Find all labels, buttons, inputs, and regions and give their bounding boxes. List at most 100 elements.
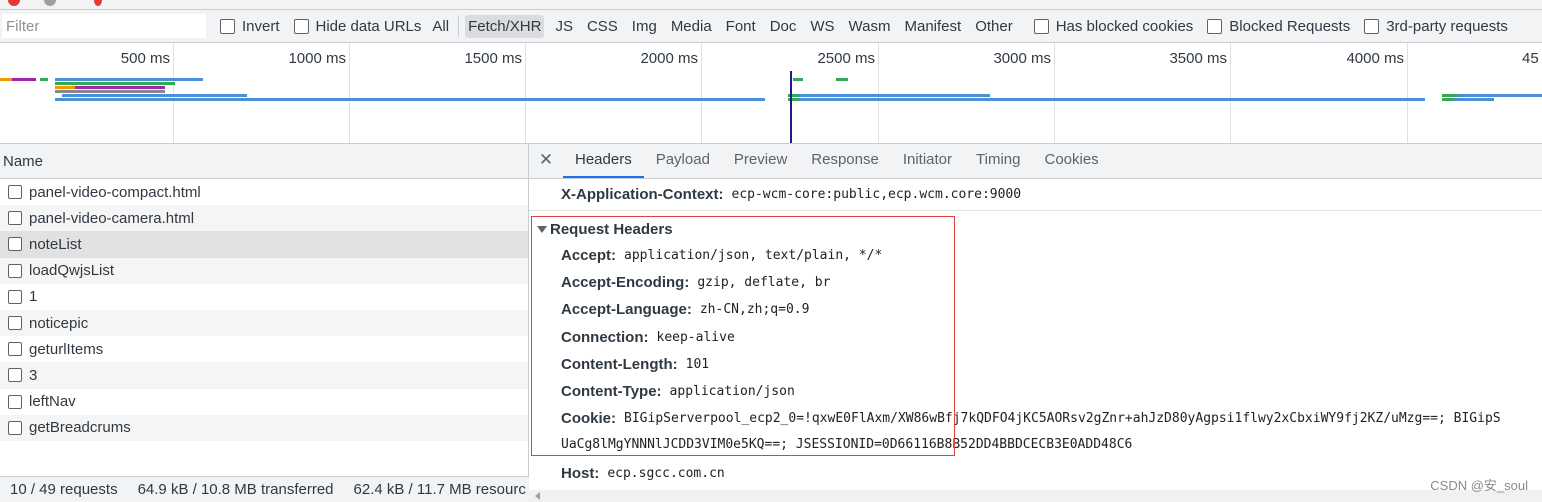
waterfall-bar bbox=[1442, 94, 1458, 97]
request-row[interactable]: panel-video-compact.html bbox=[0, 179, 528, 205]
checkbox-icon bbox=[1364, 18, 1380, 34]
document-icon bbox=[8, 342, 22, 357]
tab-cookies[interactable]: Cookies bbox=[1032, 144, 1110, 178]
type-all[interactable]: All bbox=[429, 15, 452, 38]
blocked-requests-checkbox[interactable]: Blocked Requests bbox=[1207, 18, 1350, 35]
triangle-down-icon bbox=[537, 226, 547, 233]
waterfall-bar bbox=[1458, 94, 1542, 97]
request-name: getBreadcrums bbox=[29, 419, 131, 437]
header-value: application/json, text/plain, */* bbox=[624, 248, 883, 263]
header-value: ecp-wcm-core:public,ecp.wcm.core:9000 bbox=[731, 187, 1022, 202]
tab-response[interactable]: Response bbox=[799, 144, 891, 178]
header-row: Cookie: BIGipServerpool_ecp2_0=!qxwE0FlAx… bbox=[561, 410, 1501, 427]
request-headers-toggle[interactable]: Request Headers bbox=[537, 221, 673, 238]
has-blocked-cookies-label: Has blocked cookies bbox=[1055, 17, 1194, 35]
type-css[interactable]: CSS bbox=[584, 15, 621, 38]
type-doc[interactable]: Doc bbox=[767, 15, 800, 38]
type-wasm[interactable]: Wasm bbox=[846, 15, 894, 38]
request-name: leftNav bbox=[29, 393, 76, 411]
waterfall-bar bbox=[793, 78, 803, 81]
waterfall-bar bbox=[800, 98, 1425, 101]
header-name: Content-Length: bbox=[561, 355, 678, 373]
waterfall-bar bbox=[75, 86, 165, 89]
request-name: noticepic bbox=[29, 314, 89, 332]
request-row[interactable]: panel-video-camera.html bbox=[0, 205, 528, 232]
status-bar: 10 / 49 requests 64.9 kB / 10.8 MB trans… bbox=[0, 476, 529, 502]
tab-initiator[interactable]: Initiator bbox=[891, 144, 964, 178]
filter-input[interactable] bbox=[2, 14, 206, 38]
scroll-left-icon[interactable] bbox=[535, 492, 540, 500]
document-icon bbox=[8, 394, 22, 409]
header-value: 101 bbox=[685, 356, 710, 372]
waterfall-bar bbox=[55, 82, 175, 85]
waterfall-bar bbox=[55, 98, 765, 101]
filter-bar: Invert Hide data URLs All Fetch/XHR JS C… bbox=[0, 10, 1542, 43]
timeline-tick-label: 3000 ms bbox=[993, 50, 1051, 67]
tab-preview[interactable]: Preview bbox=[722, 144, 799, 178]
waterfall-bar bbox=[62, 94, 247, 97]
type-ws[interactable]: WS bbox=[807, 15, 837, 38]
request-row[interactable]: getBreadcrums bbox=[0, 414, 528, 441]
checkbox-icon bbox=[220, 18, 235, 34]
timeline-tick-label: 4000 ms bbox=[1346, 50, 1404, 67]
type-js[interactable]: JS bbox=[552, 15, 576, 38]
request-row[interactable]: noteList bbox=[0, 231, 528, 258]
request-list-panel: Name panel-video-compact.html panel-video… bbox=[0, 144, 529, 502]
timeline-tick-label: 1500 ms bbox=[464, 50, 522, 67]
type-media[interactable]: Media bbox=[668, 15, 715, 38]
type-fetch-xhr[interactable]: Fetch/XHR bbox=[465, 14, 545, 38]
timeline-tick-label: 45 bbox=[1522, 50, 1539, 67]
waterfall-bar bbox=[55, 86, 75, 89]
checkbox-icon bbox=[1207, 18, 1223, 34]
timeline-gridline bbox=[701, 43, 702, 143]
timeline-gridline bbox=[349, 43, 350, 143]
timeline-tick-label: 1000 ms bbox=[288, 50, 346, 67]
header-row: Host: ecp.sgcc.com.cn bbox=[561, 465, 725, 482]
request-row[interactable]: 3 bbox=[0, 362, 528, 389]
waterfall-bar bbox=[1442, 98, 1454, 101]
header-value: ecp.sgcc.com.cn bbox=[607, 465, 725, 481]
waterfall-bar bbox=[55, 90, 165, 93]
filter-icon[interactable] bbox=[94, 0, 102, 6]
timeline-tick-label: 2500 ms bbox=[817, 50, 875, 67]
horizontal-scrollbar[interactable] bbox=[529, 490, 1542, 502]
request-list: panel-video-compact.html panel-video-came… bbox=[0, 179, 528, 441]
hide-data-urls-checkbox[interactable]: Hide data URLs bbox=[293, 18, 421, 35]
document-icon bbox=[8, 237, 22, 252]
request-row[interactable]: noticepic bbox=[0, 309, 528, 337]
type-font[interactable]: Font bbox=[723, 15, 759, 38]
invert-checkbox[interactable]: Invert bbox=[220, 18, 280, 35]
clear-icon[interactable] bbox=[44, 0, 56, 6]
type-manifest[interactable]: Manifest bbox=[902, 15, 965, 38]
document-icon bbox=[8, 368, 22, 383]
tab-timing[interactable]: Timing bbox=[964, 144, 1032, 178]
watermark: CSDN @安_soul bbox=[1430, 478, 1528, 493]
request-row[interactable]: geturlItems bbox=[0, 336, 528, 362]
request-row[interactable]: loadQwjsList bbox=[0, 257, 528, 284]
header-row: Accept: application/json, text/plain, */* bbox=[561, 247, 882, 264]
timeline-overview[interactable]: 500 ms 1000 ms 1500 ms 2000 ms 2500 ms 3… bbox=[0, 43, 1542, 144]
has-blocked-cookies-checkbox[interactable]: Has blocked cookies bbox=[1033, 17, 1194, 35]
detail-tab-bar: ✕ Headers Payload Preview Response Initi… bbox=[529, 144, 1542, 179]
request-row[interactable]: leftNav bbox=[0, 389, 528, 415]
third-party-checkbox[interactable]: 3rd-party requests bbox=[1364, 18, 1508, 35]
timeline-gridline bbox=[1230, 43, 1231, 143]
name-column-header[interactable]: Name bbox=[0, 144, 528, 179]
waterfall-bar bbox=[798, 94, 990, 97]
request-name: geturlItems bbox=[29, 340, 104, 358]
type-img[interactable]: Img bbox=[629, 15, 660, 38]
request-row[interactable]: 1 bbox=[0, 284, 528, 310]
tab-payload[interactable]: Payload bbox=[644, 144, 722, 178]
transferred-size: 64.9 kB / 10.8 MB transferred bbox=[137, 481, 334, 498]
record-icon[interactable] bbox=[8, 0, 20, 6]
timeline-tick-label: 3500 ms bbox=[1169, 50, 1227, 67]
tab-headers[interactable]: Headers bbox=[563, 144, 644, 178]
header-value: application/json bbox=[669, 384, 795, 399]
waterfall-bar bbox=[1454, 98, 1494, 101]
request-name: panel-video-camera.html bbox=[29, 209, 195, 227]
invert-label: Invert bbox=[242, 17, 280, 35]
request-name: 3 bbox=[29, 366, 38, 384]
type-other[interactable]: Other bbox=[972, 15, 1016, 38]
close-icon[interactable]: ✕ bbox=[529, 144, 563, 178]
timeline-cursor bbox=[790, 71, 792, 143]
